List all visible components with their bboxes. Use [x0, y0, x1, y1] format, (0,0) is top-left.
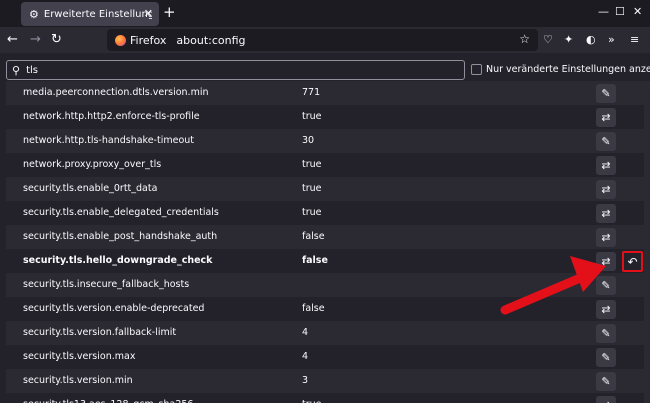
pref-name: security.tls.insecure_fallback_hosts	[23, 279, 190, 290]
table-row[interactable]: security.tls.version.enable-deprecated fa…	[6, 297, 644, 321]
overflow-icon[interactable]: »	[608, 33, 615, 46]
pref-value: false	[302, 303, 325, 314]
edit-button[interactable]: ✎	[596, 132, 616, 151]
pref-value: 3	[302, 375, 309, 386]
pref-value: false	[302, 231, 325, 242]
table-row[interactable]: network.http.http2.enforce-tls-profile tr…	[6, 105, 644, 129]
edit-button[interactable]: ✎	[596, 276, 616, 295]
modified-only-checkbox[interactable]	[471, 64, 482, 75]
pref-name: network.http.http2.enforce-tls-profile	[23, 111, 200, 122]
modified-only-label[interactable]: Nur veränderte Einstellungen anzeigen	[486, 64, 650, 75]
tab-strip: ⚙ Erweiterte Einstellungen ✕ + — ☐ ✕	[0, 0, 650, 27]
pref-name: security.tls.enable_post_handshake_auth	[23, 231, 218, 242]
preferences-table: media.peerconnection.dtls.version.min 771…	[6, 81, 644, 403]
table-row[interactable]: security.tls.version.fallback-limit 4 ✎	[6, 321, 644, 345]
tab-about-config[interactable]: ⚙ Erweiterte Einstellungen ✕	[21, 2, 159, 26]
pref-value: true	[302, 399, 322, 403]
pref-name: security.tls.enable_0rtt_data	[23, 183, 158, 194]
about-config-page: ⚲ tls Nur veränderte Einstellungen anzei…	[0, 53, 650, 403]
pref-value: 30	[302, 135, 315, 146]
reload-button[interactable]: ↻	[51, 32, 62, 47]
search-icon: ⚲	[12, 63, 21, 77]
close-tab-icon[interactable]: ✕	[144, 7, 153, 20]
pref-name: security.tls.enable_delegated_credential…	[23, 207, 219, 218]
toggle-button[interactable]: ⇄	[596, 396, 616, 403]
pref-value: false	[302, 255, 328, 266]
table-row[interactable]: security.tls.hello_downgrade_check false ⇄…	[6, 249, 644, 273]
pref-name: network.http.tls-handshake-timeout	[23, 135, 195, 146]
toggle-button[interactable]: ⇄	[596, 156, 616, 175]
account-icon[interactable]: ◐	[586, 33, 596, 46]
pref-name: security.tls13.aes_128_gcm_sha256	[23, 399, 193, 403]
toggle-button[interactable]: ⇄	[596, 252, 616, 271]
bookmark-star-icon[interactable]: ☆	[519, 32, 530, 46]
edit-button[interactable]: ✎	[596, 84, 616, 103]
edit-button[interactable]: ✎	[596, 348, 616, 367]
menu-icon[interactable]: ≡	[630, 33, 639, 46]
pref-value: true	[302, 183, 322, 194]
url-bar[interactable]: Firefox about:config ☆	[107, 29, 538, 51]
url-text[interactable]: about:config	[176, 34, 245, 47]
firefox-logo-icon	[115, 34, 126, 46]
pref-name: network.proxy.proxy_over_tls	[23, 159, 162, 170]
toggle-button[interactable]: ⇄	[596, 300, 616, 319]
table-row[interactable]: security.tls.enable_delegated_credential…	[6, 201, 644, 225]
table-row[interactable]: media.peerconnection.dtls.version.min 771…	[6, 81, 644, 105]
table-row[interactable]: network.http.tls-handshake-timeout 30 ✎	[6, 129, 644, 153]
gear-icon: ⚙	[29, 7, 39, 21]
pref-value: true	[302, 159, 322, 170]
toggle-button[interactable]: ⇄	[596, 180, 616, 199]
pref-name: security.tls.version.min	[23, 375, 133, 386]
back-button[interactable]: ←	[7, 32, 18, 47]
table-row[interactable]: security.tls.version.max 4 ✎	[6, 345, 644, 369]
extension-icon[interactable]: ✦	[564, 33, 573, 46]
toggle-button[interactable]: ⇄	[596, 108, 616, 127]
reset-button[interactable]: ↶	[622, 251, 643, 272]
search-query[interactable]: tls	[26, 65, 38, 76]
close-window-button[interactable]: ✕	[633, 5, 642, 18]
pref-value: 4	[302, 351, 309, 362]
toggle-button[interactable]: ⇄	[596, 228, 616, 247]
identity-label: Firefox	[130, 33, 167, 47]
pref-value: true	[302, 111, 322, 122]
table-row[interactable]: security.tls.version.min 3 ✎	[6, 369, 644, 393]
pref-name: security.tls.version.fallback-limit	[23, 327, 177, 338]
toggle-button[interactable]: ⇄	[596, 204, 616, 223]
search-input[interactable]: ⚲ tls	[6, 60, 465, 80]
minimize-button[interactable]: —	[598, 5, 609, 18]
maximize-button[interactable]: ☐	[615, 5, 625, 18]
pref-name: security.tls.version.enable-deprecated	[23, 303, 205, 314]
pocket-icon[interactable]: ♡	[543, 33, 553, 46]
pref-value: 4	[302, 327, 309, 338]
forward-button[interactable]: →	[30, 32, 41, 47]
pref-value: 771	[302, 87, 321, 98]
table-row[interactable]: security.tls.insecure_fallback_hosts ✎	[6, 273, 644, 297]
navigation-bar: ← → ↻ Firefox about:config ☆ ♡ ✦ ◐ » ≡	[0, 27, 650, 53]
pref-name: media.peerconnection.dtls.version.min	[23, 87, 209, 98]
tab-title: Erweiterte Einstellungen	[43, 8, 152, 20]
edit-button[interactable]: ✎	[596, 324, 616, 343]
table-row[interactable]: security.tls13.aes_128_gcm_sha256 true ⇄	[6, 393, 644, 403]
pref-value: true	[302, 207, 322, 218]
table-row[interactable]: security.tls.enable_0rtt_data true ⇄	[6, 177, 644, 201]
new-tab-button[interactable]: +	[163, 3, 176, 21]
pref-name: security.tls.version.max	[23, 351, 136, 362]
table-row[interactable]: network.proxy.proxy_over_tls true ⇄	[6, 153, 644, 177]
table-row[interactable]: security.tls.enable_post_handshake_auth f…	[6, 225, 644, 249]
scrollbar[interactable]	[644, 81, 650, 403]
edit-button[interactable]: ✎	[596, 372, 616, 391]
pref-name: security.tls.hello_downgrade_check	[23, 255, 213, 266]
